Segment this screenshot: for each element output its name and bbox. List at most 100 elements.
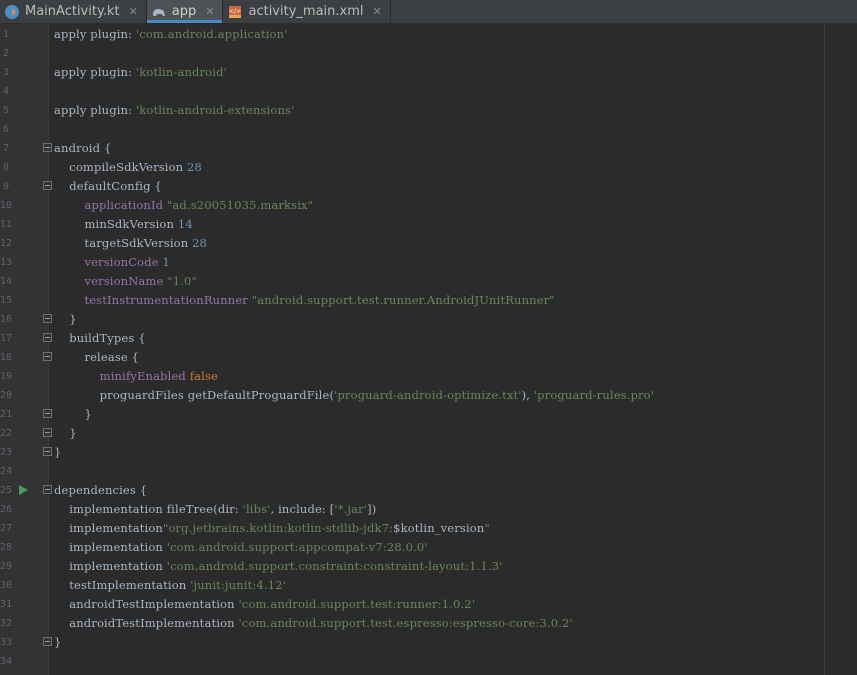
- code-line[interactable]: 7 android {: [0, 139, 857, 158]
- code-text: implementation 'com.android.support:appc…: [54, 538, 428, 557]
- code-token: $kotlin_version: [393, 521, 485, 535]
- code-token: versionName: [84, 274, 164, 288]
- code-text: }: [54, 310, 77, 329]
- code-text: implementation 'com.android.support.cons…: [54, 557, 502, 576]
- code-line[interactable]: 3 apply plugin: 'kotlin-android': [0, 63, 857, 82]
- code-line[interactable]: 19 minifyEnabled false: [0, 367, 857, 386]
- line-number: 34: [0, 656, 13, 667]
- kotlin-file-icon: [5, 4, 19, 19]
- code-token: apply plugin:: [54, 65, 136, 79]
- code-token: apply plugin:: [54, 27, 136, 41]
- code-token: 'kotlin-android': [135, 65, 227, 79]
- code-token: ": [484, 521, 490, 535]
- code-line[interactable]: 30 testImplementation 'junit:junit:4.12': [0, 576, 857, 595]
- tab-label: MainActivity.kt: [25, 4, 120, 19]
- code-line[interactable]: 8 compileSdkVersion 28: [0, 158, 857, 177]
- close-icon[interactable]: ✕: [205, 5, 214, 18]
- line-number: 31: [0, 599, 13, 610]
- run-gutter-icon[interactable]: [19, 485, 28, 495]
- code-line[interactable]: 28 implementation 'com.android.support:a…: [0, 538, 857, 557]
- line-number: 16: [0, 314, 13, 325]
- line-number: 32: [0, 618, 13, 629]
- code-line[interactable]: 24: [0, 462, 857, 481]
- tab-app[interactable]: app ✕: [146, 0, 224, 23]
- code-text: apply plugin: 'kotlin-android': [54, 63, 227, 82]
- code-line[interactable]: 2: [0, 44, 857, 63]
- code-token: implementation fileTree(dir:: [54, 502, 243, 516]
- code-token: "1.0": [167, 274, 197, 288]
- code-text: proguardFiles getDefaultProguardFile('pr…: [54, 386, 654, 405]
- code-line[interactable]: 11 minSdkVersion 14: [0, 215, 857, 234]
- code-line[interactable]: 29 implementation 'com.android.support.c…: [0, 557, 857, 576]
- code-text: buildTypes {: [54, 329, 146, 348]
- code-line[interactable]: 27 implementation"org.jetbrains.kotlin:k…: [0, 519, 857, 538]
- line-number: 3: [2, 67, 9, 78]
- code-line[interactable]: 13 versionCode 1: [0, 253, 857, 272]
- line-number: 26: [0, 504, 13, 515]
- fold-marker-icon[interactable]: [43, 181, 52, 190]
- code-line[interactable]: 5 apply plugin: 'kotlin-android-extension…: [0, 101, 857, 120]
- line-number: 23: [0, 447, 13, 458]
- line-number: 17: [0, 333, 13, 344]
- code-line[interactable]: 20 proguardFiles getDefaultProguardFile(…: [0, 386, 857, 405]
- code-text: }: [54, 443, 61, 462]
- code-token: 'proguard-rules.pro': [533, 388, 655, 402]
- code-line[interactable]: 4: [0, 82, 857, 101]
- code-token: implementation: [54, 540, 167, 554]
- code-line[interactable]: 6: [0, 120, 857, 139]
- fold-marker-icon[interactable]: [43, 485, 52, 494]
- fold-marker-icon[interactable]: [43, 428, 52, 437]
- code-line[interactable]: 12 targetSdkVersion 28: [0, 234, 857, 253]
- line-number: 6: [2, 124, 9, 135]
- code-line[interactable]: 32 androidTestImplementation 'com.androi…: [0, 614, 857, 633]
- code-token: '*.jar': [334, 502, 368, 516]
- close-icon[interactable]: ✕: [373, 5, 382, 18]
- code-token: ]): [367, 502, 377, 516]
- line-number: 33: [0, 637, 13, 648]
- code-token: "android.support.test.runner.AndroidJUni…: [251, 293, 555, 307]
- fold-marker-icon[interactable]: [43, 143, 52, 152]
- code-line[interactable]: 23}: [0, 443, 857, 462]
- tab-activity-main-xml[interactable]: </> activity_main.xml ✕: [223, 0, 391, 23]
- code-token: }: [54, 445, 62, 459]
- fold-marker-icon[interactable]: [43, 637, 52, 646]
- code-text: androidTestImplementation 'com.android.s…: [54, 614, 573, 633]
- code-token: 'com.android.support.test.espresso:espre…: [238, 616, 573, 630]
- code-line[interactable]: 15 testInstrumentationRunner "android.su…: [0, 291, 857, 310]
- code-line[interactable]: 22 }: [0, 424, 857, 443]
- line-number: 28: [0, 542, 13, 553]
- code-token: implementation: [54, 521, 163, 535]
- fold-marker-icon[interactable]: [43, 333, 52, 342]
- code-token: 'com.android.support.constraint:constrai…: [166, 559, 503, 573]
- code-line[interactable]: 26 implementation fileTree(dir: 'libs', …: [0, 500, 857, 519]
- code-line[interactable]: 17 buildTypes {: [0, 329, 857, 348]
- code-line[interactable]: 21 }: [0, 405, 857, 424]
- line-number: 7: [2, 143, 9, 154]
- code-line[interactable]: 1 apply plugin: 'com.android.application': [0, 25, 857, 44]
- fold-marker-icon[interactable]: [43, 314, 52, 323]
- code-line[interactable]: 14 versionName "1.0": [0, 272, 857, 291]
- code-token: buildTypes {: [54, 331, 146, 345]
- code-line[interactable]: 10 applicationId "ad.s20051035.marksix": [0, 196, 857, 215]
- code-line[interactable]: 9 defaultConfig {: [0, 177, 857, 196]
- tab-main-activity[interactable]: MainActivity.kt ✕: [0, 0, 147, 23]
- close-icon[interactable]: ✕: [129, 5, 138, 18]
- line-number: 14: [0, 276, 13, 287]
- line-number: 30: [0, 580, 13, 591]
- code-token: androidTestImplementation: [54, 597, 239, 611]
- fold-marker-icon[interactable]: [43, 409, 52, 418]
- code-text: testInstrumentationRunner "android.suppo…: [54, 291, 555, 310]
- code-line[interactable]: 16 }: [0, 310, 857, 329]
- code-line[interactable]: 18 release {: [0, 348, 857, 367]
- code-line[interactable]: 33}: [0, 633, 857, 652]
- fold-marker-icon[interactable]: [43, 352, 52, 361]
- tab-label: app: [171, 4, 197, 19]
- code-line[interactable]: 25 dependencies {: [0, 481, 857, 500]
- gradle-elephant-icon: [152, 8, 165, 16]
- code-token: versionCode: [84, 255, 159, 269]
- code-line[interactable]: 31 androidTestImplementation 'com.androi…: [0, 595, 857, 614]
- code-text: versionCode 1: [54, 253, 170, 272]
- code-line[interactable]: 34: [0, 652, 857, 671]
- fold-marker-icon[interactable]: [43, 447, 52, 456]
- code-editor[interactable]: 1 apply plugin: 'com.android.application'…: [0, 24, 857, 675]
